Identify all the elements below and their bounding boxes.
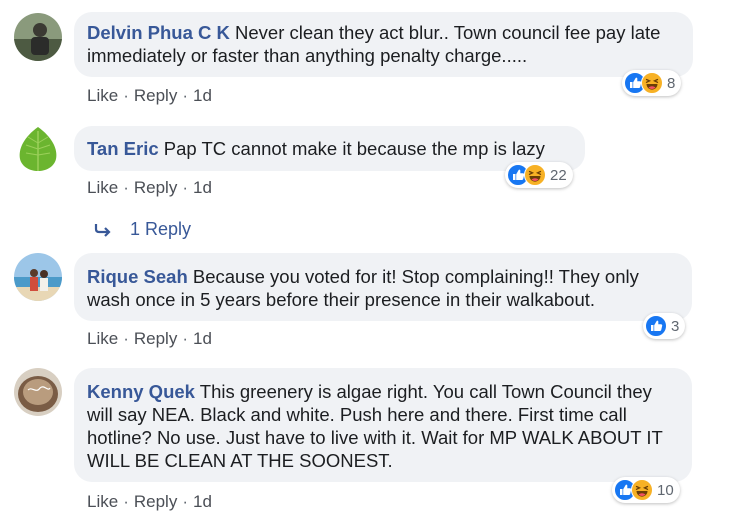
reaction-summary[interactable]: 8: [622, 70, 682, 96]
comment-author[interactable]: Kenny Quek: [87, 381, 195, 402]
reply-button[interactable]: Reply: [134, 86, 177, 105]
avatar[interactable]: [14, 13, 62, 61]
reaction-count: 3: [671, 317, 680, 335]
reaction-count: 10: [657, 481, 674, 499]
comment-bubble: Delvin Phua C K Never clean they act blu…: [74, 12, 693, 77]
comment-bubble: Kenny Quek This greenery is algae right.…: [74, 368, 692, 482]
like-icon: [645, 315, 667, 337]
comment-bubble: Rique Seah Because you voted for it! Sto…: [74, 253, 692, 321]
comment-actions: Like · Reply · 1d: [87, 492, 212, 511]
reaction-summary[interactable]: 22: [505, 162, 573, 188]
reply-button[interactable]: Reply: [134, 329, 177, 348]
timestamp[interactable]: 1d: [193, 178, 212, 197]
avatar[interactable]: [14, 253, 62, 301]
replies-count-label[interactable]: 1 Reply: [130, 219, 191, 240]
timestamp[interactable]: 1d: [193, 86, 212, 105]
haha-icon: [631, 479, 653, 501]
comment-author[interactable]: Rique Seah: [87, 266, 188, 287]
haha-icon: [641, 72, 663, 94]
reply-button[interactable]: Reply: [134, 492, 177, 511]
avatar[interactable]: [14, 125, 62, 173]
comment-actions: Like · Reply · 1d: [87, 178, 212, 197]
reaction-summary[interactable]: 3: [643, 313, 686, 339]
comment-actions: Like · Reply · 1d: [87, 329, 212, 348]
timestamp[interactable]: 1d: [193, 492, 212, 511]
reply-button[interactable]: Reply: [134, 178, 177, 197]
view-replies-link[interactable]: 1 Reply: [94, 219, 191, 240]
haha-icon: [524, 164, 546, 186]
like-button[interactable]: Like: [87, 86, 118, 105]
reply-arrow-icon: [94, 223, 111, 237]
comment-text: Pap TC cannot make it because the mp is …: [163, 138, 545, 159]
comment-author[interactable]: Tan Eric: [87, 138, 159, 159]
avatar[interactable]: [14, 368, 62, 416]
reaction-count: 8: [667, 74, 676, 92]
like-button[interactable]: Like: [87, 492, 118, 511]
comment-author[interactable]: Delvin Phua C K: [87, 22, 230, 43]
comment-actions: Like · Reply · 1d: [87, 86, 212, 105]
reaction-count: 22: [550, 166, 567, 184]
timestamp[interactable]: 1d: [193, 329, 212, 348]
reaction-summary[interactable]: 10: [612, 477, 680, 503]
like-button[interactable]: Like: [87, 178, 118, 197]
like-button[interactable]: Like: [87, 329, 118, 348]
